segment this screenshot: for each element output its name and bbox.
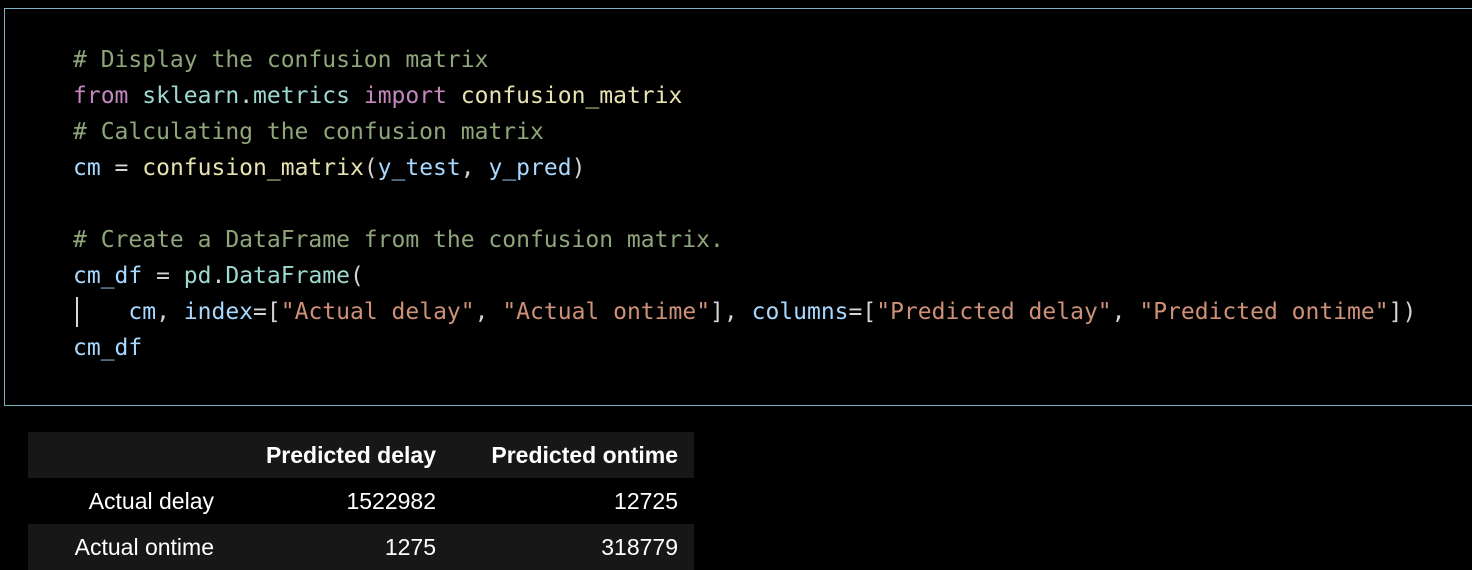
code-token: pd [183, 263, 212, 289]
table-cell: 12725 [614, 487, 678, 514]
code-token: = [100, 155, 143, 181]
code-token: =[ [253, 299, 281, 325]
indent-guide [76, 297, 78, 327]
code-token: cm_df [73, 263, 143, 289]
code-line: cm_df = pd.DataFrame( [73, 258, 1416, 294]
code-token: import [363, 83, 447, 109]
code-line: cm, index=["Actual delay", "Actual ontim… [73, 294, 1416, 330]
code-token: "Predicted delay" [876, 299, 1112, 325]
code-token: from [73, 83, 129, 109]
code-line: cm_df [73, 330, 1416, 366]
code-token: . [239, 83, 254, 109]
code-token: ) [571, 155, 586, 181]
code-token: ]) [1388, 299, 1417, 325]
table-row: Actual delay 1522982 12725 [28, 478, 694, 524]
table-cell: 1522982 [346, 487, 436, 514]
code-token: "Actual delay" [280, 299, 475, 325]
row-label-actual-delay: Actual delay [88, 487, 214, 514]
code-line: # Create a DataFrame from the confusion … [73, 222, 1416, 258]
table-cell: 318779 [601, 533, 678, 560]
code-token: ], [710, 299, 752, 325]
index-header [28, 432, 230, 478]
row-label-actual-ontime: Actual ontime [74, 533, 214, 560]
column-header-predicted-delay: Predicted delay [265, 441, 436, 468]
code-token: confusion_matrix [142, 155, 364, 181]
code-token: , [474, 299, 503, 325]
code-token: confusion_matrix [460, 83, 683, 109]
code-token: # Calculating the confusion matrix [73, 119, 544, 145]
table-row: Actual ontime 1275 318779 [28, 524, 694, 570]
code-cell[interactable]: # Display the confusion matrix from sklea… [4, 8, 1472, 406]
code-line: cm = confusion_matrix(y_test, y_pred) [73, 150, 1416, 186]
code-token: , [156, 299, 184, 325]
code-token: DataFrame [225, 263, 350, 289]
code-token: y_pred [488, 155, 572, 181]
code-token: , [1111, 299, 1140, 325]
confusion-matrix-table: Predicted delay Predicted ontime Actual … [28, 432, 694, 570]
code-token: index [183, 299, 254, 325]
code-token: . [211, 263, 226, 289]
code-token: ( [363, 155, 378, 181]
code-token: cm [128, 299, 157, 325]
code-token: "Predicted ontime" [1139, 299, 1389, 325]
code-token: sklearn [142, 83, 240, 109]
table-cell: 1275 [384, 533, 436, 560]
code-editor[interactable]: # Display the confusion matrix from sklea… [73, 42, 1416, 366]
code-token: "Actual ontime" [502, 299, 711, 325]
code-token: , [460, 155, 489, 181]
code-token: columns [751, 299, 849, 325]
code-line: from sklearn.metrics import confusion_ma… [73, 78, 1416, 114]
code-token: # Display the confusion matrix [73, 47, 489, 73]
code-token: # Create a DataFrame from the confusion … [73, 227, 724, 253]
column-header-predicted-ontime: Predicted ontime [491, 441, 678, 468]
code-token: y_test [377, 155, 461, 181]
code-token: metrics [253, 83, 350, 109]
code-token: ( [349, 263, 364, 289]
code-token: = [142, 263, 184, 289]
code-line: # Display the confusion matrix [73, 42, 1416, 78]
code-line: # Calculating the confusion matrix [73, 114, 1416, 150]
table-header-row: Predicted delay Predicted ontime [28, 432, 694, 478]
code-token: =[ [848, 299, 877, 325]
code-token: cm_df [73, 335, 143, 361]
code-token: cm [73, 155, 101, 181]
